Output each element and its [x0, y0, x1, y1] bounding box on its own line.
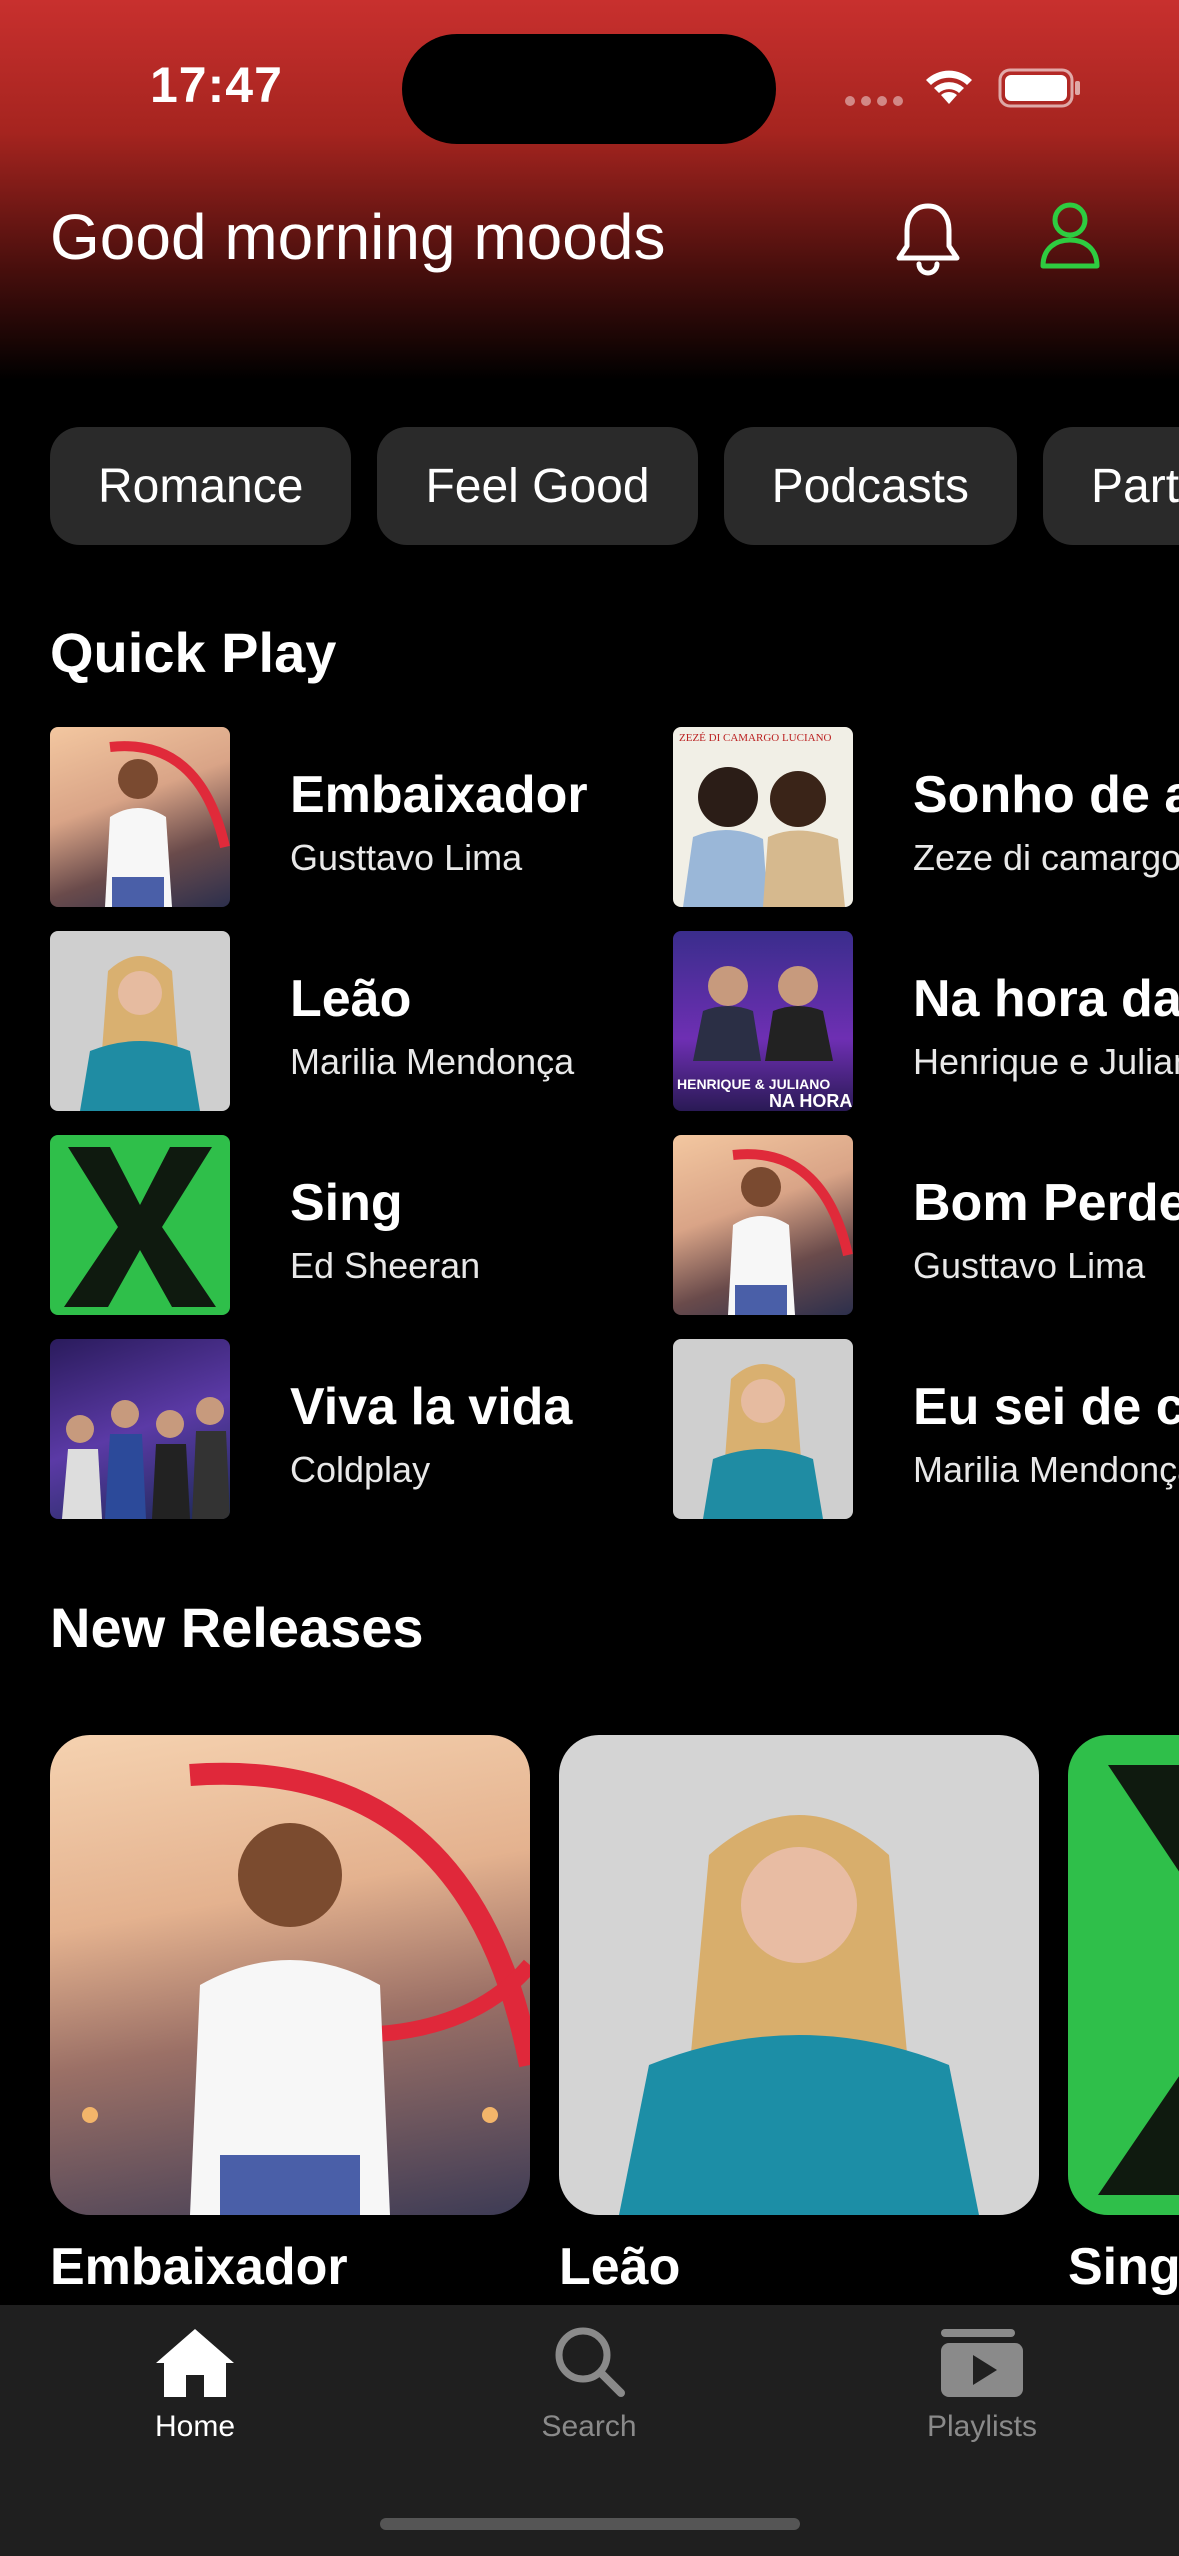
album-art: ZEZÉ DI CAMARGO LUCIANO — [673, 727, 853, 907]
art-text: ZEZÉ DI CAMARGO LUCIANO — [679, 732, 832, 744]
chip-feel-good[interactable]: Feel Good — [377, 427, 698, 545]
home-indicator — [380, 2518, 800, 2530]
home-icon — [156, 2329, 234, 2397]
track-title: Bom Perdedor — [913, 1174, 1179, 1232]
album-art — [559, 1735, 1039, 2215]
track-artist: Zeze di camargo — [913, 837, 1179, 878]
art-text: NA HORA da RAIVA — [769, 1091, 853, 1111]
track-title: Embaixador — [290, 766, 588, 824]
tab-search[interactable]: Search — [459, 2325, 719, 2444]
tab-playlists[interactable]: Playlists — [852, 2325, 1112, 2444]
track-artist: Coldplay — [290, 1449, 431, 1490]
tab-label: Playlists — [926, 2410, 1038, 2443]
track-title: Eu sei de cor — [913, 1378, 1179, 1436]
album-art: HENRIQUE & JULIANO NA HORA da RAIVA — [673, 931, 853, 1111]
album-art — [50, 727, 230, 907]
wifi-icon — [926, 70, 972, 104]
tab-label: Search — [541, 2410, 637, 2443]
genre-chips: Romance Feel Good Podcasts Party — [50, 427, 1179, 545]
track-title: Leão — [290, 970, 412, 1028]
quick-play-item[interactable]: HENRIQUE & JULIANO NA HORA da RAIVA Na h… — [673, 931, 1179, 1111]
quick-play-item[interactable]: Embaixador Gusttavo Lima — [50, 727, 670, 907]
release-card[interactable]: Sing — [1068, 1735, 1179, 2297]
album-art — [50, 1135, 230, 1315]
chip-romance[interactable]: Romance — [50, 427, 352, 545]
chip-party[interactable]: Party — [1043, 427, 1179, 545]
album-art — [50, 1339, 230, 1519]
album-art — [673, 1339, 853, 1519]
page-title: Good morning moods — [50, 201, 666, 273]
release-title: Leão — [559, 2238, 681, 2296]
tab-label: Home — [154, 2410, 236, 2443]
profile-icon[interactable] — [1038, 200, 1102, 272]
track-artist: Ed Sheeran — [290, 1245, 481, 1286]
track-artist: Gusttavo Lima — [913, 1245, 1146, 1286]
track-title: Sing — [290, 1174, 403, 1232]
track-artist: Marilia Mendonça — [290, 1041, 575, 1082]
art-text: HENRIQUE & JULIANO — [677, 1076, 830, 1092]
quick-play-item[interactable]: Leão Marilia Mendonça — [50, 931, 670, 1111]
quick-play-item[interactable]: Eu sei de cor Marilia Mendonça — [673, 1339, 1179, 1519]
content-area: Romance Feel Good Podcasts Party Quick P… — [0, 0, 1179, 2556]
track-artist: Marilia Mendonça — [913, 1449, 1179, 1490]
quick-play-heading: Quick Play — [50, 621, 337, 684]
cellular-signal-icon — [845, 96, 903, 106]
release-title: Sing — [1068, 2238, 1179, 2296]
release-title: Embaixador — [50, 2238, 348, 2296]
quick-play-item[interactable]: Viva la vida Coldplay — [50, 1339, 670, 1519]
track-title: Sonho de amor — [913, 766, 1179, 824]
release-card[interactable]: Embaixador — [50, 1735, 530, 2297]
chip-podcasts[interactable]: Podcasts — [723, 427, 1018, 545]
album-art — [1068, 1735, 1179, 2215]
search-icon — [555, 2327, 625, 2397]
track-artist: Henrique e Juliano — [913, 1041, 1179, 1082]
status-time: 17:47 — [150, 57, 283, 113]
quick-play-item[interactable]: Bom Perdedor Gusttavo Lima — [673, 1135, 1179, 1315]
new-releases-heading: New Releases — [50, 1596, 424, 1659]
album-art — [673, 1135, 853, 1315]
quick-play-item[interactable]: Sing Ed Sheeran — [50, 1135, 670, 1315]
release-card[interactable]: Leão — [559, 1735, 1039, 2297]
track-artist: Gusttavo Lima — [290, 837, 523, 878]
track-title: Viva la vida — [290, 1378, 573, 1436]
album-art — [50, 1735, 530, 2215]
battery-icon — [998, 68, 1080, 108]
quick-play-item[interactable]: ZEZÉ DI CAMARGO LUCIANO Sonho de amor Ze… — [673, 727, 1179, 907]
dynamic-island — [402, 34, 776, 144]
album-art — [50, 931, 230, 1111]
playlists-icon — [941, 2329, 1023, 2397]
track-title: Na hora da raiva — [913, 970, 1179, 1028]
tab-home[interactable]: Home — [65, 2325, 325, 2444]
notifications-bell-icon[interactable] — [893, 200, 963, 276]
